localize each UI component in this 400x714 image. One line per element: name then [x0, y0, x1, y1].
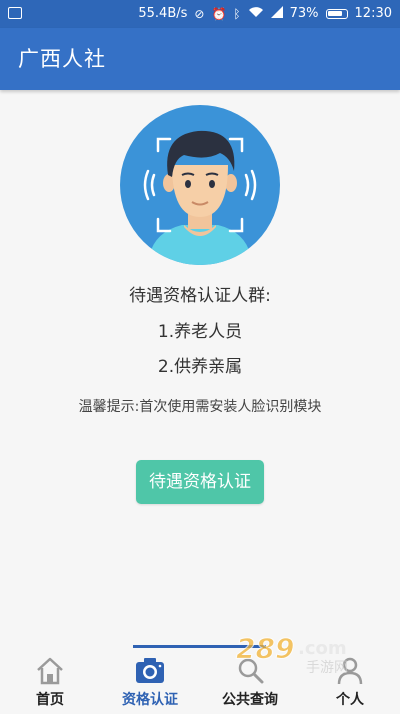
status-bar: 55.4B/s ⊘ ⏰ ᛒ 73% 12:30	[0, 0, 400, 28]
person-icon	[333, 653, 367, 687]
eligible-groups-heading: 待遇资格认证人群:	[129, 286, 271, 306]
bottom-nav: 首页 资格认证 公共查询 个人	[0, 645, 400, 714]
network-speed: 55.4B/s	[138, 6, 188, 21]
camera-icon	[133, 653, 167, 687]
install-tip: 温馨提示:首次使用需安装人脸识别模块	[78, 399, 322, 415]
face-recognition-avatar	[120, 105, 280, 265]
group-item-dependents: 2.供养亲属	[157, 357, 243, 377]
bluetooth-icon: ᛒ	[233, 7, 241, 21]
wifi-icon	[248, 0, 264, 28]
tab-home-label: 首页	[36, 692, 64, 708]
tab-home[interactable]: 首页	[0, 645, 100, 714]
status-indicators: 55.4B/s ⊘ ⏰ ᛒ 73% 12:30	[138, 0, 392, 28]
tab-public-query-label: 公共查询	[222, 692, 278, 708]
app-screen: 55.4B/s ⊘ ⏰ ᛒ 73% 12:30 广西人社 待遇资格认证人群: 1…	[0, 0, 400, 714]
home-icon	[33, 653, 67, 687]
notification-icon	[8, 7, 22, 19]
tab-personal[interactable]: 个人	[300, 645, 400, 714]
tab-certification-label: 资格认证	[122, 692, 178, 708]
battery-icon	[325, 9, 348, 19]
battery-percent: 73%	[289, 6, 319, 21]
app-title: 广西人社	[18, 47, 106, 71]
alarm-icon: ⏰	[211, 7, 227, 21]
search-icon	[233, 653, 267, 687]
tab-certification[interactable]: 资格认证	[100, 645, 200, 714]
benefit-certification-button[interactable]: 待遇资格认证	[136, 460, 264, 504]
app-bar: 广西人社	[0, 28, 400, 90]
clock: 12:30	[354, 6, 392, 21]
tab-personal-label: 个人	[336, 692, 364, 708]
alarm-off-icon: ⊘	[194, 7, 205, 21]
signal-icon	[270, 0, 283, 28]
group-item-pensioners: 1.养老人员	[157, 322, 243, 342]
tab-public-query[interactable]: 公共查询	[200, 645, 300, 714]
